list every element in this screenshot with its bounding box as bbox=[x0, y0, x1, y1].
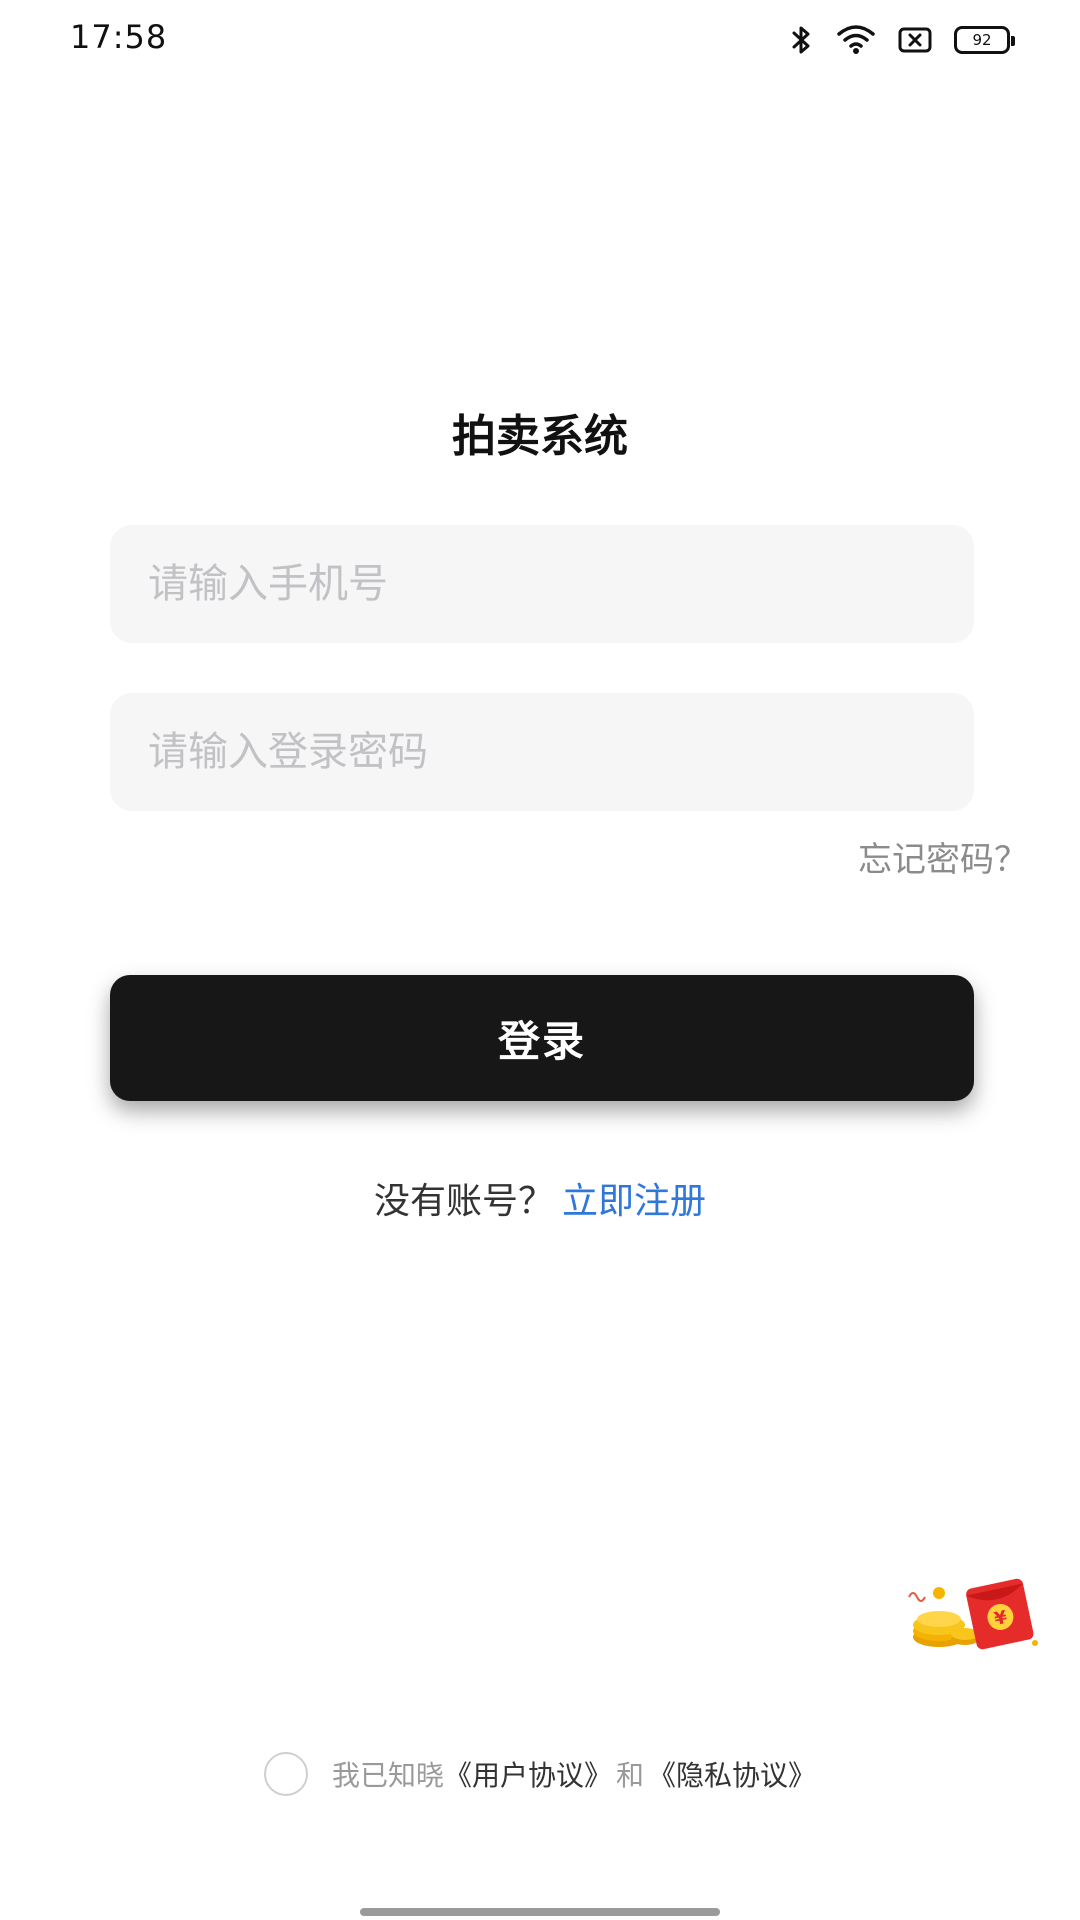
app-title: 拍卖系统 bbox=[452, 411, 628, 462]
battery-level: 92 bbox=[972, 31, 992, 49]
phone-field bbox=[110, 525, 974, 643]
agreement-prefix: 我已知晓 bbox=[331, 1759, 444, 1792]
status-bar: 17:58 92 bbox=[0, 0, 1080, 80]
register-row: 没有账号？ 立即注册 bbox=[0, 1172, 1080, 1224]
status-time: 17:58 bbox=[70, 18, 168, 56]
forgot-password-link[interactable]: 忘记密码？ bbox=[858, 832, 1028, 881]
password-field bbox=[110, 693, 974, 811]
agree-checkbox[interactable] bbox=[263, 1752, 308, 1796]
phone-input[interactable] bbox=[110, 525, 974, 643]
bluetooth-icon bbox=[788, 24, 814, 56]
login-button[interactable]: 登录 bbox=[110, 975, 974, 1101]
user-agreement-link[interactable]: 《用户协议》 bbox=[444, 1754, 612, 1794]
login-screen: 17:58 92 拍卖系统 请输入手机号 忘记密码？ 登录 没有账号？ 立即注册… bbox=[0, 0, 1080, 1920]
battery-icon: 92 bbox=[954, 26, 1015, 54]
red-packet-icon[interactable]: ¥ bbox=[905, 1575, 1045, 1655]
register-link[interactable]: 立即注册 bbox=[562, 1181, 706, 1222]
sim-off-icon bbox=[898, 26, 932, 54]
privacy-agreement-link[interactable]: 《隐私协议》 bbox=[648, 1754, 816, 1794]
status-icons: 92 bbox=[788, 22, 1015, 58]
wifi-icon bbox=[836, 24, 876, 56]
agreement-row: 我已知晓 《用户协议》 和 《隐私协议》 bbox=[0, 1752, 1080, 1796]
register-prompt: 没有账号？ bbox=[373, 1181, 554, 1222]
password-input[interactable] bbox=[110, 693, 974, 811]
home-indicator[interactable] bbox=[360, 1908, 720, 1916]
agreement-and: 和 bbox=[616, 1759, 645, 1792]
